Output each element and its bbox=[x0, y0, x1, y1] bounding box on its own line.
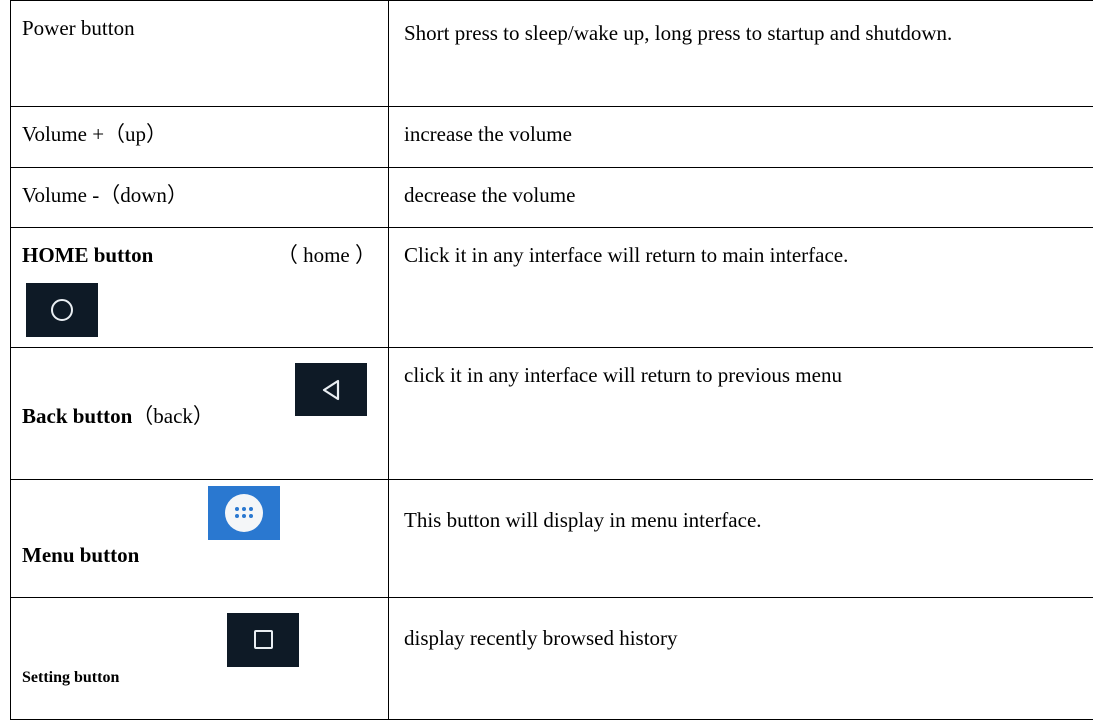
button-name: Menu button bbox=[22, 542, 140, 567]
button-description: display recently browsed history bbox=[404, 625, 678, 650]
table-row: HOME button （ home ） Click it in any int… bbox=[10, 227, 1093, 349]
button-description-cell: decrease the volume bbox=[388, 166, 1093, 229]
button-description: Click it in any interface will return to… bbox=[404, 243, 849, 268]
button-description-cell: Click it in any interface will return to… bbox=[388, 227, 1093, 349]
button-name-cell: Volume -（down） bbox=[10, 166, 389, 229]
back-triangle-icon bbox=[295, 363, 367, 417]
button-name-cell: HOME button （ home ） bbox=[10, 227, 389, 349]
button-name-cell: Back button（back） bbox=[10, 347, 389, 480]
button-description: This button will display in menu interfa… bbox=[404, 507, 762, 532]
home-circle-icon bbox=[26, 283, 98, 338]
button-name-cell: Menu button bbox=[10, 478, 389, 598]
button-description: Short press to sleep/wake up, long press… bbox=[404, 21, 953, 45]
button-name: Power button bbox=[22, 16, 135, 40]
button-description: click it in any interface will return to… bbox=[404, 363, 842, 388]
table-row: Setting button display recently browsed … bbox=[10, 596, 1093, 720]
button-description-cell: This button will display in menu interfa… bbox=[388, 478, 1093, 598]
button-name: Back button bbox=[22, 404, 133, 429]
button-name: Setting button bbox=[22, 668, 120, 686]
table-row: Menu button This button will display in … bbox=[10, 478, 1093, 598]
button-description: decrease the volume bbox=[404, 182, 576, 207]
button-name-cell: Setting button bbox=[10, 596, 389, 720]
button-description-cell: increase the volume bbox=[388, 106, 1093, 168]
table-row: Power button Short press to sleep/wake u… bbox=[10, 0, 1093, 108]
button-description-cell: Short press to sleep/wake up, long press… bbox=[388, 0, 1093, 108]
button-name-extra: （back） bbox=[132, 404, 214, 429]
button-name: Volume -（down） bbox=[22, 182, 188, 207]
button-name: Volume +（up） bbox=[22, 122, 168, 147]
button-description-cell: click it in any interface will return to… bbox=[388, 347, 1093, 480]
table-row: Volume +（up） increase the volume bbox=[10, 106, 1093, 168]
button-name: HOME button bbox=[22, 243, 154, 268]
button-description-cell: display recently browsed history bbox=[388, 596, 1093, 720]
button-name-cell: Volume +（up） bbox=[10, 106, 389, 168]
recent-square-icon bbox=[227, 612, 299, 667]
button-function-table: Power button Short press to sleep/wake u… bbox=[10, 0, 1093, 720]
menu-grid-icon bbox=[208, 485, 280, 540]
button-description: increase the volume bbox=[404, 122, 572, 147]
home-button-label: HOME button （ home ） bbox=[22, 240, 376, 272]
back-button-label: Back button（back） bbox=[22, 401, 214, 433]
table-row: Volume -（down） decrease the volume bbox=[10, 166, 1093, 229]
button-name-cell: Power button bbox=[10, 0, 389, 108]
button-name-extra: （ home ） bbox=[276, 243, 376, 268]
table-row: Back button（back） click it in any interf… bbox=[10, 347, 1093, 480]
